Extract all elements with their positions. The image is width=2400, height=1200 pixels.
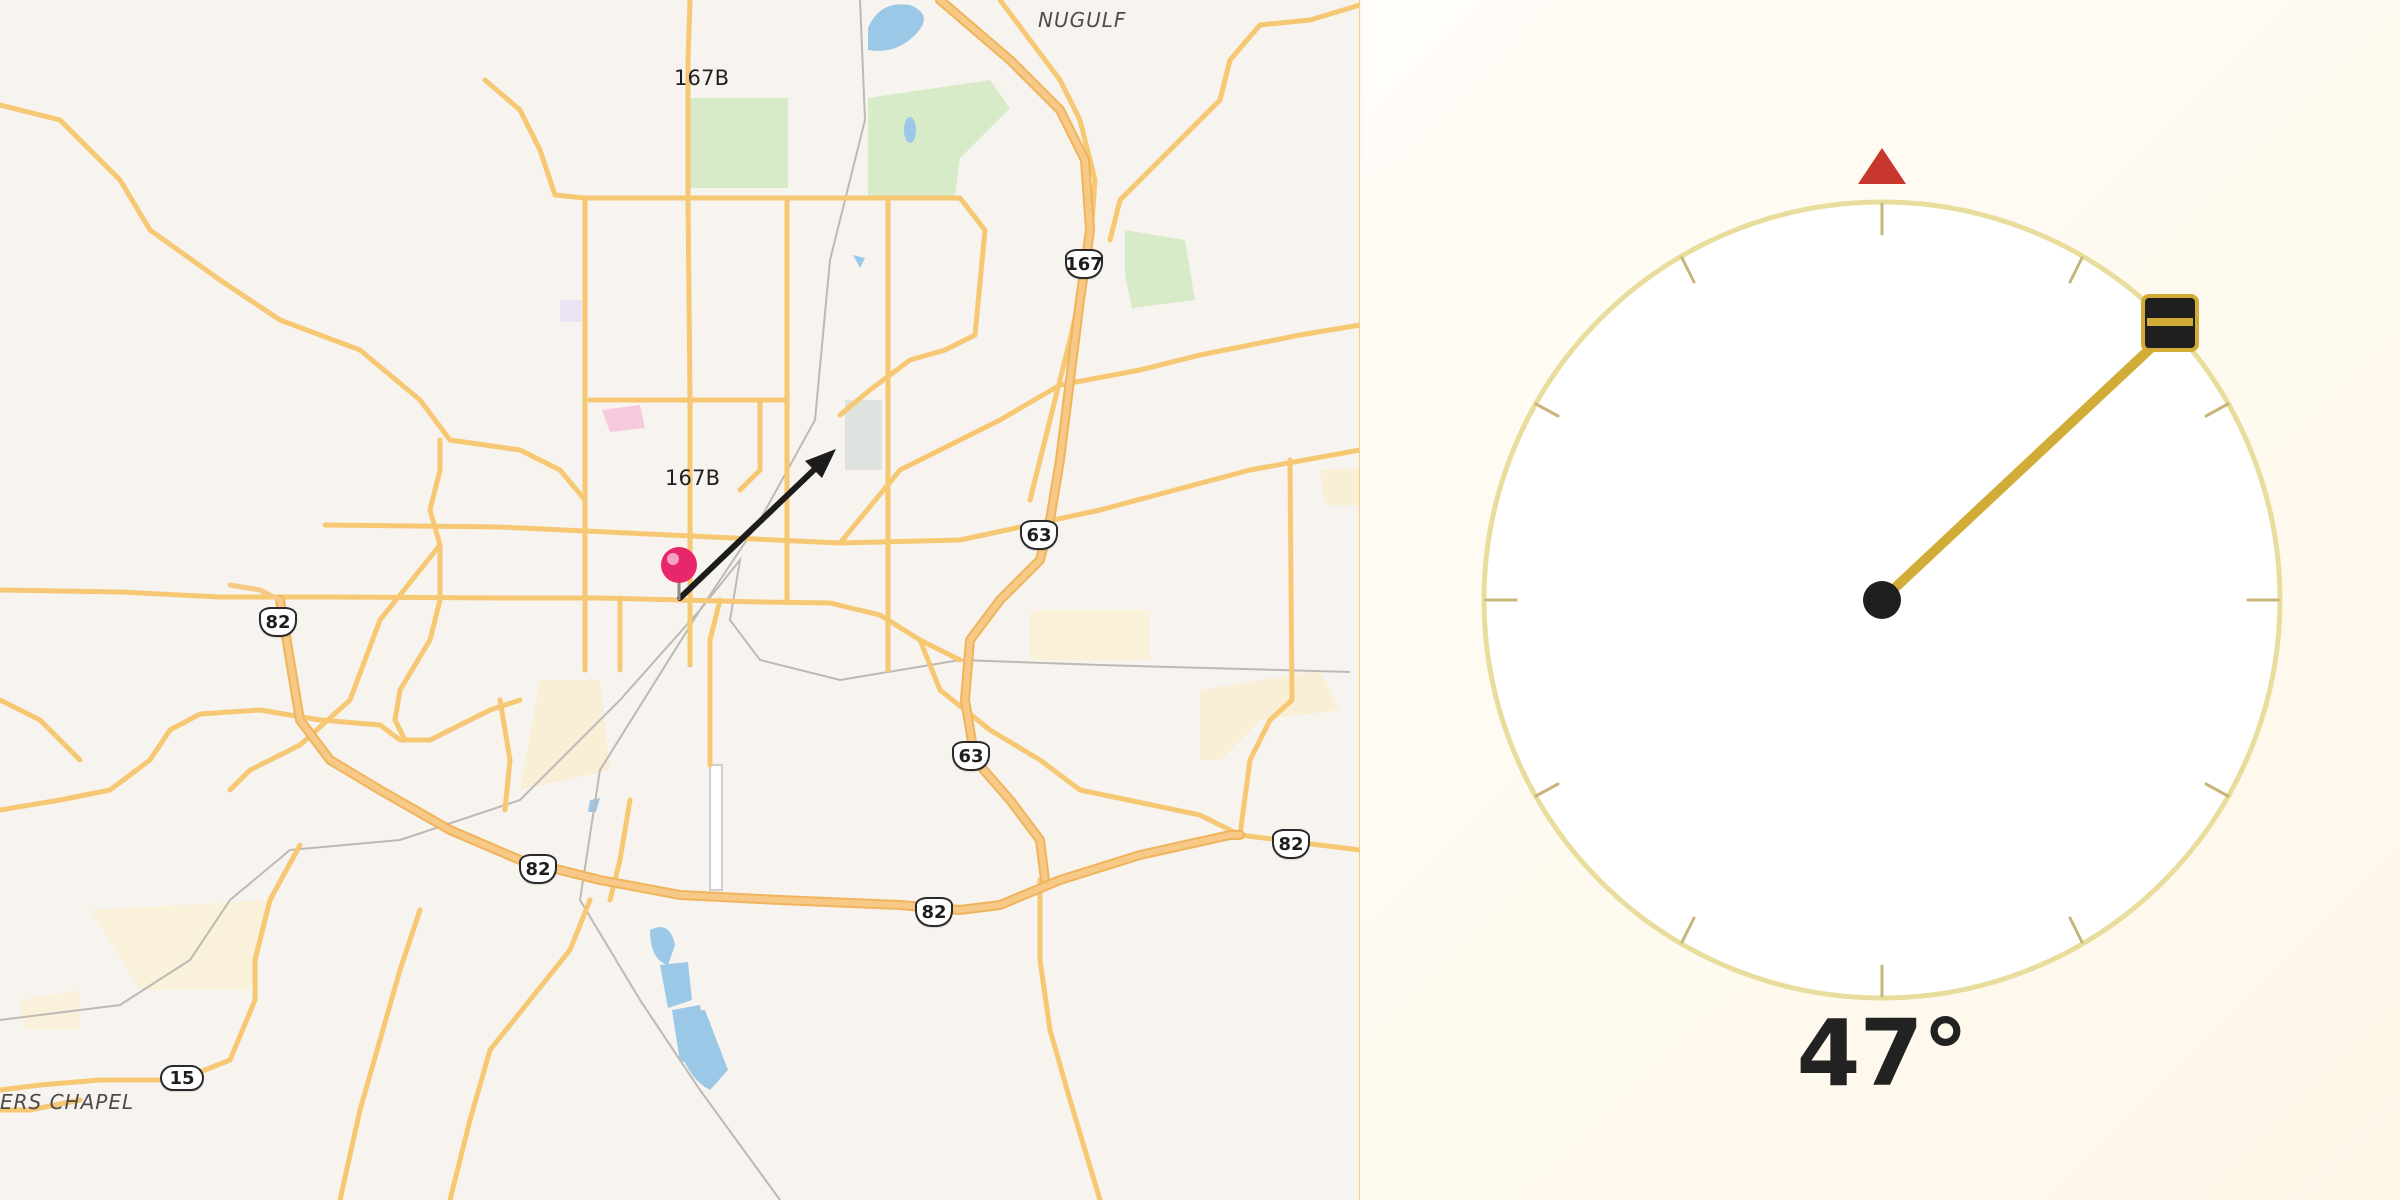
direction-arrow-icon xyxy=(677,449,836,601)
heading-picker-app: NUGULF ERS CHAPEL 167B 167B 82 167 63 63… xyxy=(0,0,2400,1200)
map-panel[interactable]: NUGULF ERS CHAPEL 167B 167B 82 167 63 63… xyxy=(0,0,1360,1200)
map-panel-divider xyxy=(1359,0,1360,1200)
compass-center-dot xyxy=(1863,581,1901,619)
drag-handle-icon[interactable] xyxy=(2141,294,2199,352)
map-pin-icon[interactable] xyxy=(661,547,697,600)
north-triangle-icon xyxy=(1858,148,1906,184)
map-overlay xyxy=(661,449,836,601)
bearing-readout: 47° xyxy=(1796,1000,1968,1107)
